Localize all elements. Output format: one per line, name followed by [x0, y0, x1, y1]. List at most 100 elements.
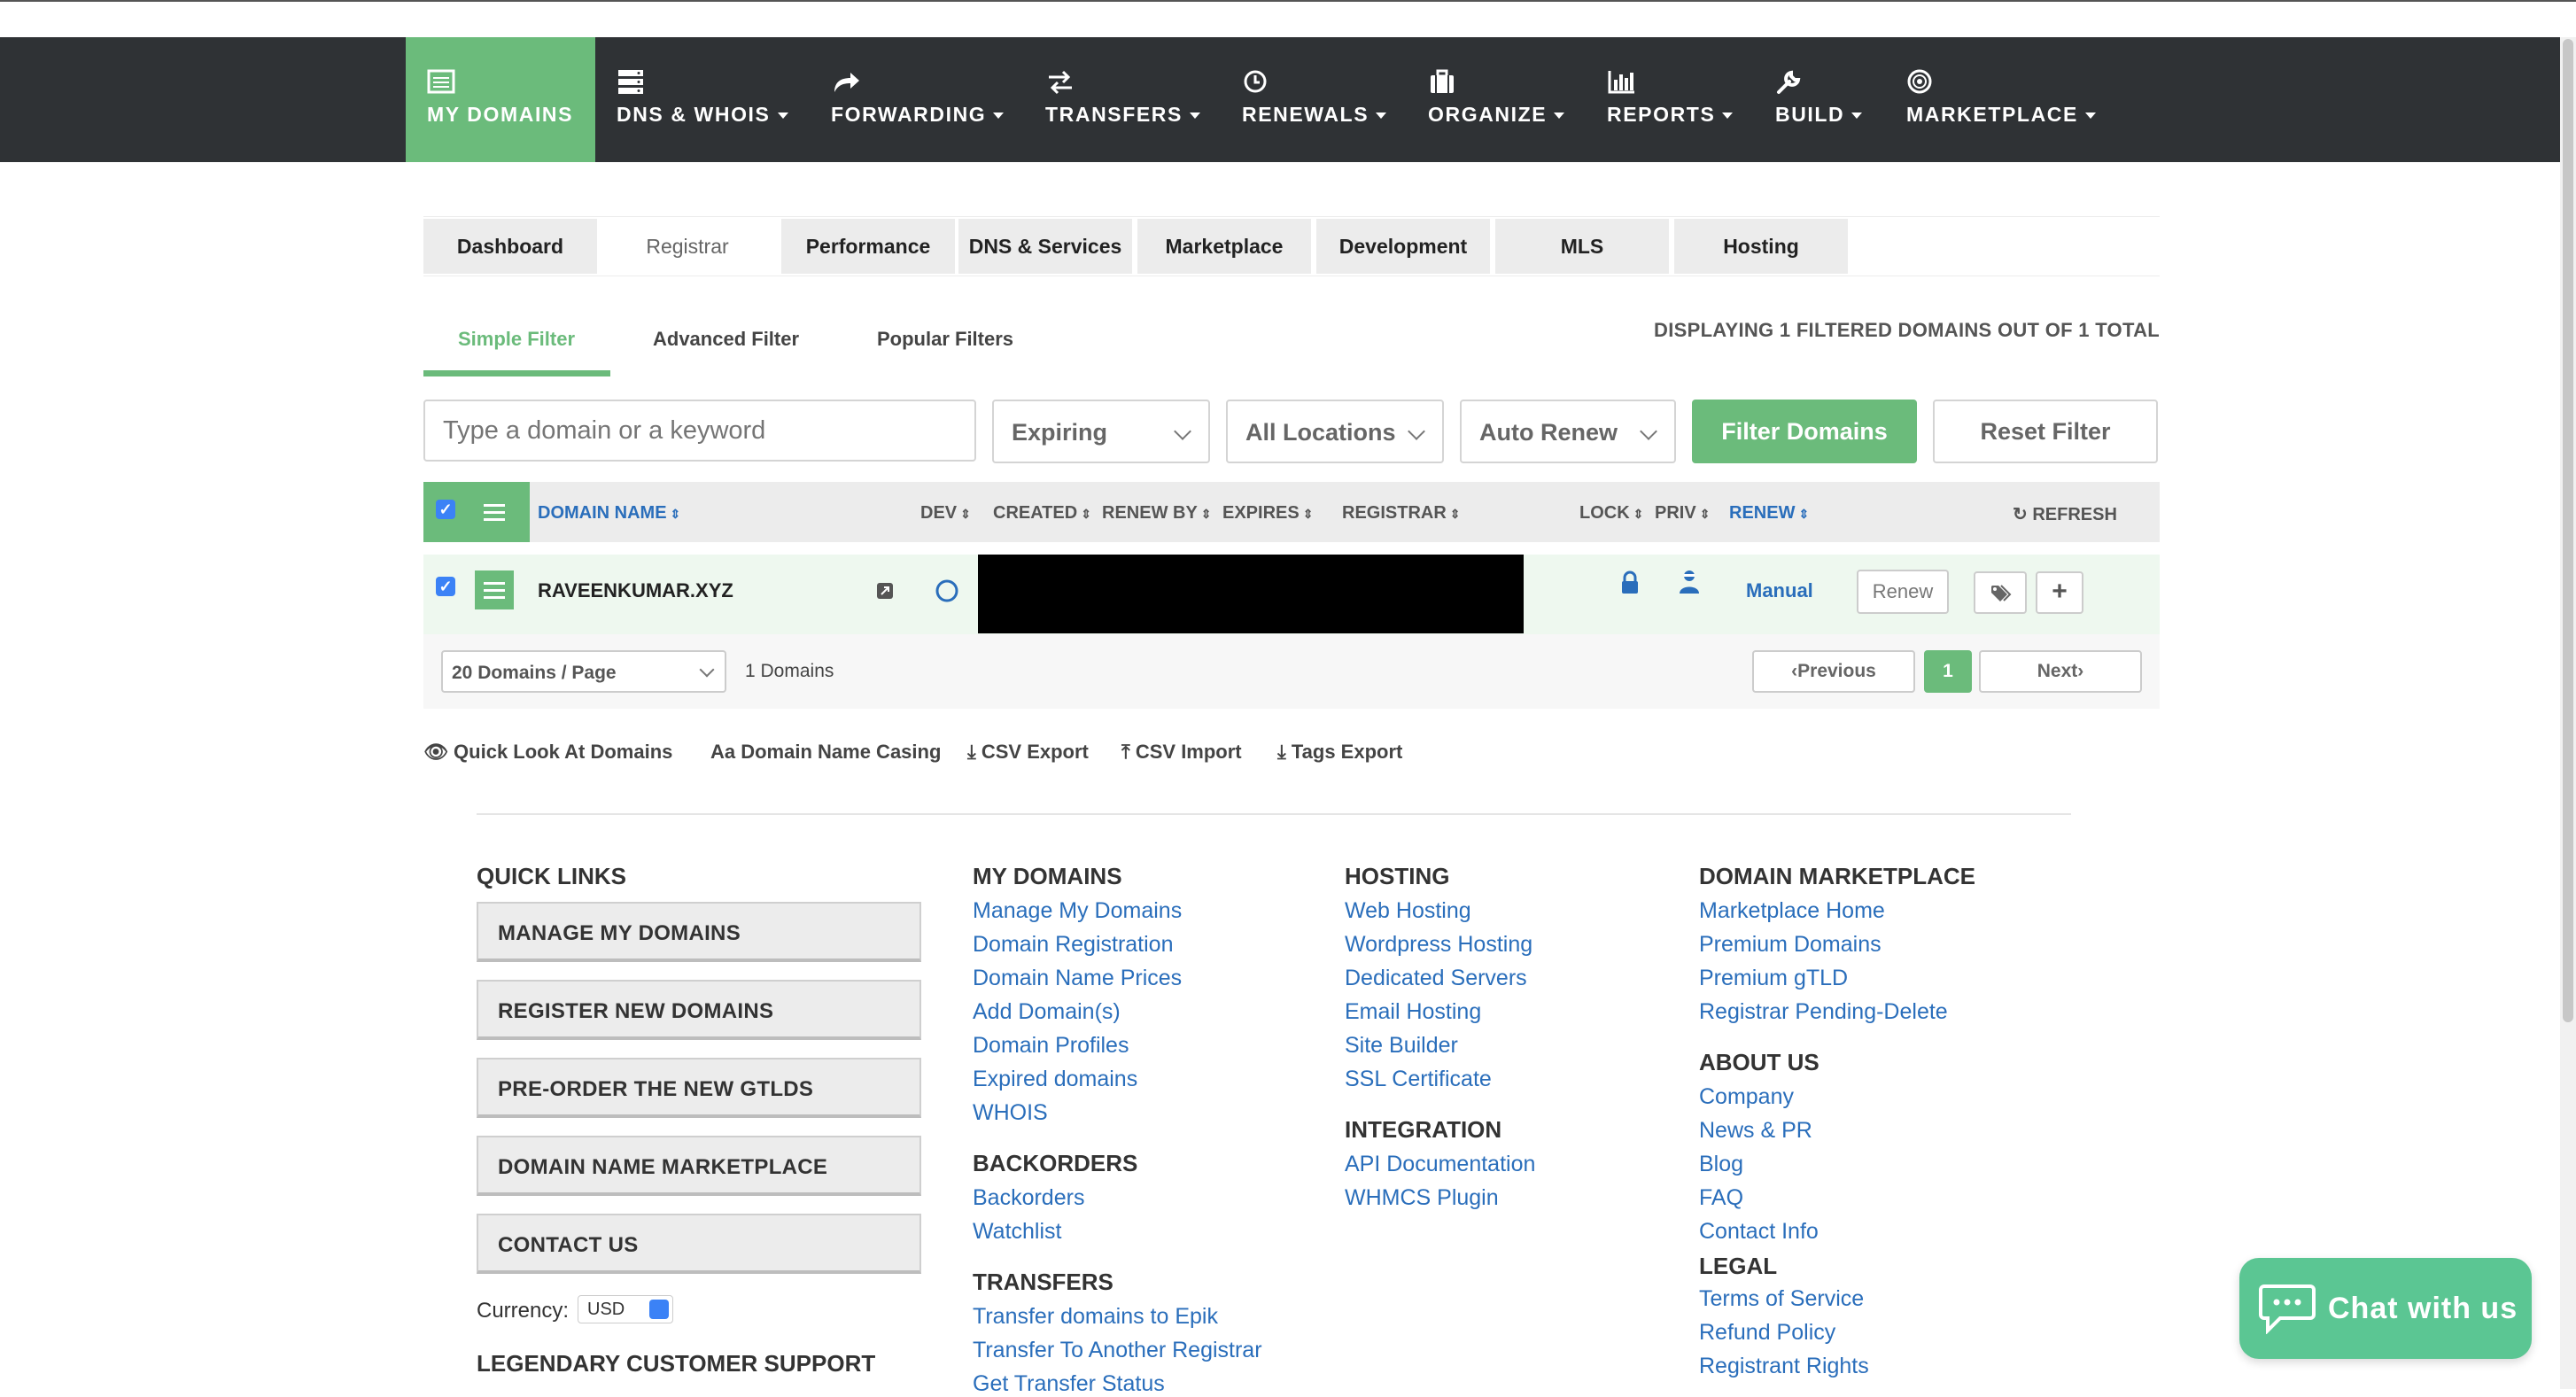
- footer-link[interactable]: Transfer To Another Registrar: [973, 1338, 1262, 1363]
- filter-tab-simple[interactable]: Simple Filter: [458, 328, 575, 351]
- csv-import-link[interactable]: ⤒ CSV Import: [1121, 741, 1242, 764]
- footer-link[interactable]: Watchlist: [973, 1219, 1061, 1245]
- quick-look-link[interactable]: 👁 Quick Look At Domains: [423, 741, 672, 764]
- footer-link[interactable]: News & PR: [1699, 1118, 1812, 1144]
- footer-link[interactable]: Marketplace Home: [1699, 898, 1885, 924]
- per-page-select[interactable]: 20 Domains / Page: [441, 650, 726, 693]
- nav-dns-whois[interactable]: DNS & WHOIS: [595, 37, 799, 162]
- currency-select[interactable]: USD: [578, 1295, 673, 1323]
- tab-dashboard[interactable]: Dashboard: [423, 219, 597, 274]
- nav-reports[interactable]: REPORTS: [1586, 37, 1763, 162]
- footer-link[interactable]: Refund Policy: [1699, 1320, 1835, 1346]
- dev-status-circle-icon[interactable]: [934, 578, 960, 604]
- tab-performance[interactable]: Performance: [781, 219, 955, 274]
- footer-link[interactable]: FAQ: [1699, 1185, 1743, 1211]
- footer-link[interactable]: Terms of Service: [1699, 1286, 1864, 1312]
- scrollbar-thumb[interactable]: [2563, 39, 2573, 1022]
- tags-export-link[interactable]: ⤓ Tags Export: [1277, 741, 1402, 764]
- privacy-user-icon[interactable]: [1678, 569, 1701, 595]
- register-new-domains-button[interactable]: REGISTER NEW DOMAINS: [477, 980, 921, 1040]
- contact-us-button[interactable]: CONTACT US: [477, 1214, 921, 1274]
- tag-button[interactable]: [1974, 571, 2027, 614]
- row-domain-name[interactable]: RAVEENKUMAR.XYZ: [538, 579, 733, 602]
- footer-link[interactable]: Wordpress Hosting: [1345, 932, 1532, 958]
- current-page[interactable]: 1: [1924, 650, 1972, 693]
- chevron-down-icon: [1189, 113, 1200, 120]
- footer-link[interactable]: Premium gTLD: [1699, 966, 1848, 991]
- footer-link[interactable]: Expired domains: [973, 1067, 1137, 1092]
- tab-dns-services[interactable]: DNS & Services: [958, 219, 1132, 274]
- add-button[interactable]: +: [2036, 571, 2083, 614]
- th-domain-name[interactable]: DOMAIN NAME ⇕: [538, 503, 680, 524]
- bulk-menu-icon[interactable]: [475, 493, 514, 532]
- tab-mls[interactable]: MLS: [1495, 219, 1669, 274]
- autorenew-select[interactable]: Auto Renew: [1460, 400, 1676, 463]
- domain-casing-link[interactable]: Aa Domain Name Casing: [710, 741, 941, 764]
- th-lock[interactable]: LOCK ⇕: [1579, 503, 1643, 524]
- tab-development[interactable]: Development: [1316, 219, 1490, 274]
- footer-link[interactable]: Manage My Domains: [973, 898, 1182, 924]
- footer-link[interactable]: SSL Certificate: [1345, 1067, 1492, 1092]
- th-dev[interactable]: DEV ⇕: [920, 503, 971, 524]
- renew-button[interactable]: Renew: [1857, 570, 1949, 614]
- footer-link[interactable]: Company: [1699, 1084, 1794, 1110]
- reset-filter-button[interactable]: Reset Filter: [1933, 400, 2158, 463]
- footer-link[interactable]: WHMCS Plugin: [1345, 1185, 1499, 1211]
- filter-tab-advanced[interactable]: Advanced Filter: [653, 328, 799, 351]
- filter-domains-button[interactable]: Filter Domains: [1692, 400, 1917, 463]
- footer-link[interactable]: Premium Domains: [1699, 932, 1882, 958]
- domain-marketplace-button[interactable]: DOMAIN NAME MARKETPLACE: [477, 1136, 921, 1196]
- wrench-icon: [1777, 70, 1801, 94]
- external-link-icon[interactable]: [875, 581, 895, 601]
- footer-link[interactable]: Add Domain(s): [973, 999, 1121, 1025]
- footer-link[interactable]: Web Hosting: [1345, 898, 1471, 924]
- manage-my-domains-button[interactable]: MANAGE MY DOMAINS: [477, 902, 921, 962]
- footer-link[interactable]: Registrant Rights: [1699, 1354, 1869, 1379]
- row-checkbox[interactable]: ✓: [436, 577, 455, 596]
- footer-link[interactable]: Blog: [1699, 1152, 1743, 1177]
- nav-renewals[interactable]: RENEWALS: [1221, 37, 1407, 162]
- footer-link[interactable]: WHOIS: [973, 1100, 1048, 1126]
- tab-hosting[interactable]: Hosting: [1674, 219, 1848, 274]
- preorder-gtlds-button[interactable]: PRE-ORDER THE NEW GTLDS: [477, 1058, 921, 1118]
- expiry-select[interactable]: Expiring: [992, 400, 1210, 463]
- select-all-checkbox[interactable]: ✓: [436, 500, 455, 519]
- tab-marketplace[interactable]: Marketplace: [1137, 219, 1311, 274]
- footer-link[interactable]: Contact Info: [1699, 1219, 1819, 1245]
- footer-link[interactable]: Domain Profiles: [973, 1033, 1129, 1059]
- footer-link[interactable]: Backorders: [973, 1185, 1084, 1211]
- location-select[interactable]: All Locations: [1226, 400, 1444, 463]
- csv-export-link[interactable]: ⤓ CSV Export: [967, 741, 1089, 764]
- th-renew-by[interactable]: RENEW BY ⇕: [1102, 503, 1212, 524]
- footer-link[interactable]: Dedicated Servers: [1345, 966, 1527, 991]
- filter-tab-popular[interactable]: Popular Filters: [877, 328, 1013, 351]
- renew-mode[interactable]: Manual: [1746, 579, 1813, 602]
- footer-link[interactable]: Site Builder: [1345, 1033, 1458, 1059]
- lock-icon[interactable]: [1619, 570, 1641, 595]
- chat-widget-button[interactable]: Chat with us: [2239, 1258, 2532, 1359]
- footer-link[interactable]: Registrar Pending-Delete: [1699, 999, 1948, 1025]
- nav-marketplace[interactable]: MARKETPLACE: [1885, 37, 2107, 162]
- footer-link[interactable]: API Documentation: [1345, 1152, 1535, 1177]
- footer-link[interactable]: Email Hosting: [1345, 999, 1481, 1025]
- nav-forwarding[interactable]: FORWARDING: [810, 37, 1013, 162]
- footer-link[interactable]: Get Transfer Status: [973, 1371, 1165, 1397]
- next-page-button[interactable]: Next›: [1979, 650, 2142, 693]
- previous-page-button[interactable]: ‹Previous: [1752, 650, 1915, 693]
- refresh-button[interactable]: ↻ REFRESH: [2013, 503, 2117, 525]
- th-registrar[interactable]: REGISTRAR ⇕: [1342, 503, 1461, 524]
- tab-registrar[interactable]: Registrar: [601, 219, 774, 274]
- footer-link[interactable]: Transfer domains to Epik: [973, 1304, 1218, 1330]
- th-created[interactable]: CREATED ⇕: [993, 503, 1091, 524]
- nav-build[interactable]: BUILD: [1754, 37, 1887, 162]
- th-priv[interactable]: PRIV ⇕: [1655, 503, 1710, 524]
- th-expires[interactable]: EXPIRES ⇕: [1222, 503, 1313, 524]
- search-input[interactable]: [423, 400, 976, 462]
- th-renew[interactable]: RENEW ⇕: [1729, 503, 1809, 524]
- nav-my-domains[interactable]: MY DOMAINS: [406, 37, 595, 162]
- row-menu-icon[interactable]: [475, 570, 514, 609]
- nav-transfers[interactable]: TRANSFERS: [1024, 37, 1210, 162]
- footer-link[interactable]: Domain Registration: [973, 932, 1174, 958]
- nav-organize[interactable]: ORGANIZE: [1407, 37, 1593, 162]
- footer-link[interactable]: Domain Name Prices: [973, 966, 1182, 991]
